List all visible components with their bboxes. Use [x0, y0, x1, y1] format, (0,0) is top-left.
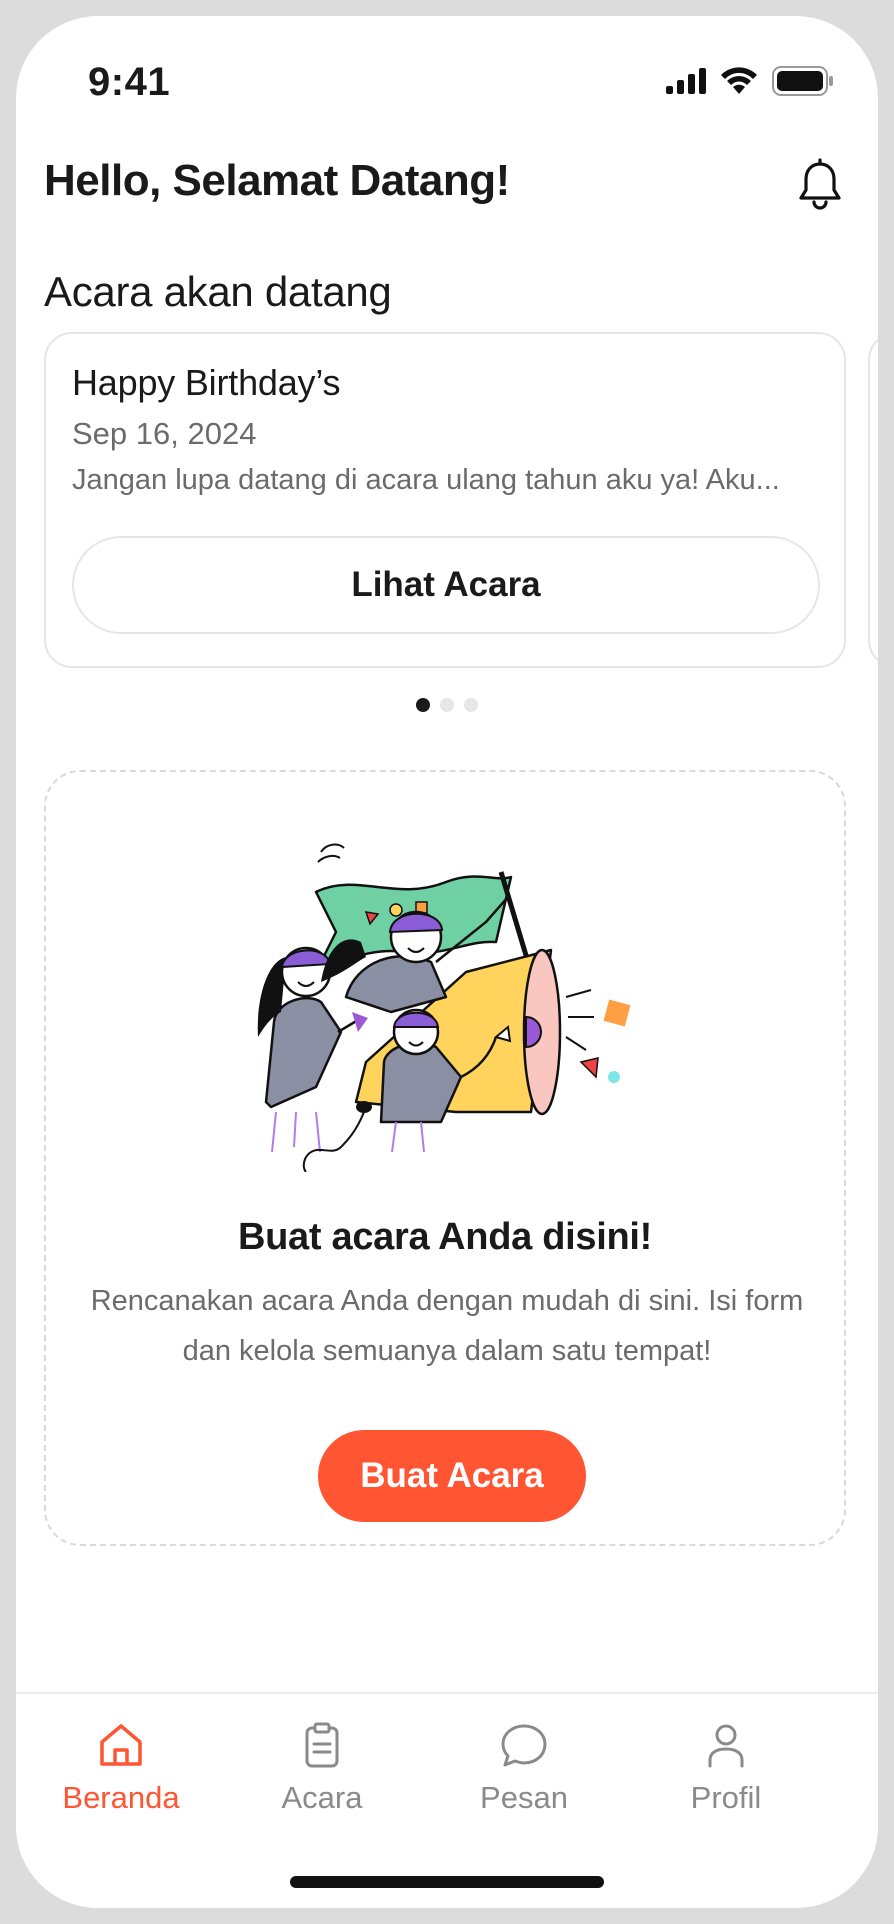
home-indicator[interactable]: [290, 1876, 604, 1888]
greeting-title: Hello, Selamat Datang!: [44, 156, 510, 205]
wifi-icon: [721, 67, 757, 94]
carousel-dot[interactable]: [464, 698, 478, 712]
nav-label: Acara: [281, 1780, 363, 1815]
nav-item-acara[interactable]: Acara: [222, 1720, 422, 1816]
status-time: 9:41: [88, 60, 171, 104]
event-date: Sep 16, 2024: [72, 416, 257, 451]
create-event-description-line: dan kelola semuanya dalam satu tempat!: [182, 1335, 712, 1367]
carousel-dot[interactable]: [416, 698, 430, 712]
create-event-card: Buat acara Anda disini! Rencanakan acara…: [44, 770, 846, 1546]
create-event-description-line: Rencanakan acara Anda dengan mudah di si…: [90, 1285, 804, 1317]
upcoming-section-title: Acara akan datang: [44, 268, 392, 315]
nav-item-profil[interactable]: Profil: [626, 1720, 826, 1816]
phone-frame: 9:41 Hello, Selamat Datang! Acara akan d…: [0, 0, 894, 1924]
event-description: Jangan lupa datang di acara ulang tahun …: [72, 464, 780, 496]
create-event-description: Rencanakan acara Anda dengan mudah di si…: [66, 1276, 828, 1376]
nav-label: Pesan: [480, 1780, 568, 1815]
event-card[interactable]: Happy Birthday’s Sep 16, 2024 Jangan lup…: [44, 332, 846, 668]
event-title: Happy Birthday’s: [72, 362, 341, 403]
status-icons: [666, 66, 834, 96]
screen: 9:41 Hello, Selamat Datang! Acara akan d…: [16, 16, 878, 1908]
next-event-card-peek[interactable]: [868, 332, 878, 668]
create-event-button[interactable]: Buat Acara: [318, 1430, 586, 1522]
signal-icon: [666, 68, 706, 94]
nav-label: Profil: [690, 1780, 762, 1815]
view-event-button[interactable]: Lihat Acara: [72, 536, 820, 634]
nav-label: Beranda: [62, 1780, 180, 1815]
clipboard-icon: [305, 1722, 339, 1768]
create-event-title: Buat acara Anda disini!: [237, 1216, 652, 1258]
nav-item-beranda[interactable]: Beranda: [21, 1720, 221, 1816]
carousel-indicator: [416, 698, 478, 712]
bell-icon[interactable]: [796, 158, 844, 210]
carousel-dot[interactable]: [440, 698, 454, 712]
home-icon: [100, 1724, 142, 1766]
person-icon: [708, 1724, 744, 1768]
battery-icon: [772, 66, 833, 96]
nav-item-pesan[interactable]: Pesan: [424, 1720, 624, 1816]
chat-bubble-icon: [501, 1724, 547, 1767]
celebration-illustration: [257, 843, 631, 1172]
